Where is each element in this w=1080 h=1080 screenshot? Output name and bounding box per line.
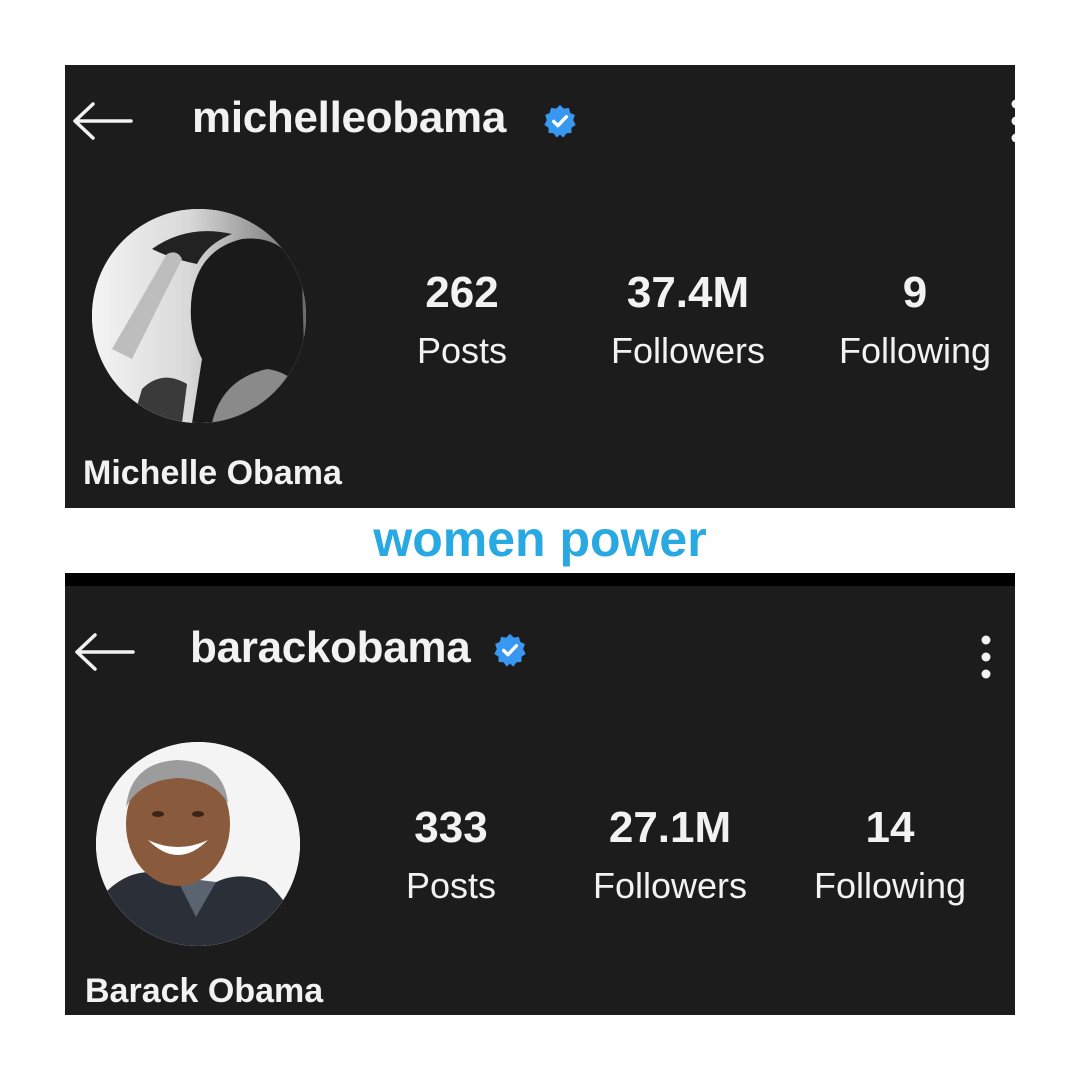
- profile-full-name: Barack Obama: [85, 972, 324, 1010]
- stat-posts-value: 333: [414, 803, 488, 852]
- profile-full-name: Michelle Obama: [83, 454, 342, 492]
- stat-following-label: Following: [813, 865, 967, 906]
- profile-handle: michelleobama: [192, 93, 507, 142]
- verified-badge-icon: [544, 104, 576, 138]
- stat-followers-label: Followers: [592, 865, 748, 906]
- stat-followers-value: 37.4M: [626, 268, 750, 317]
- back-arrow-icon[interactable]: [71, 101, 133, 141]
- avatar[interactable]: [92, 209, 306, 423]
- stat-following[interactable]: 14 Following: [805, 806, 975, 904]
- avatar[interactable]: [96, 742, 300, 946]
- stat-followers[interactable]: 27.1M Followers: [585, 806, 755, 904]
- stat-followers-label: Followers: [610, 330, 766, 371]
- profile-header-michelle: michelleobama 262 Posts 37.4M Followers …: [65, 65, 1015, 508]
- avatar-image: [92, 209, 306, 423]
- back-arrow-icon[interactable]: [73, 632, 135, 672]
- stat-posts-label: Posts: [405, 865, 497, 906]
- stat-posts-label: Posts: [416, 330, 508, 371]
- stat-following-value: 14: [865, 803, 915, 852]
- profile-header-barack: barackobama 333 Posts 27.1M Followers 14…: [65, 573, 1015, 1015]
- more-options-icon[interactable]: [981, 635, 991, 679]
- stat-posts[interactable]: 333 Posts: [401, 806, 501, 904]
- caption-text: women power: [373, 511, 707, 567]
- more-options-icon[interactable]: [1011, 99, 1015, 143]
- stat-following-label: Following: [838, 330, 992, 371]
- stat-followers[interactable]: 37.4M Followers: [603, 271, 773, 369]
- verified-badge-icon: [494, 633, 526, 667]
- stat-posts-value: 262: [425, 268, 499, 317]
- stat-following[interactable]: 9 Following: [830, 271, 1000, 369]
- stat-posts[interactable]: 262 Posts: [412, 271, 512, 369]
- stat-followers-value: 27.1M: [608, 803, 732, 852]
- stat-following-value: 9: [902, 268, 928, 317]
- profile-handle: barackobama: [190, 623, 471, 672]
- avatar-image: [96, 742, 300, 946]
